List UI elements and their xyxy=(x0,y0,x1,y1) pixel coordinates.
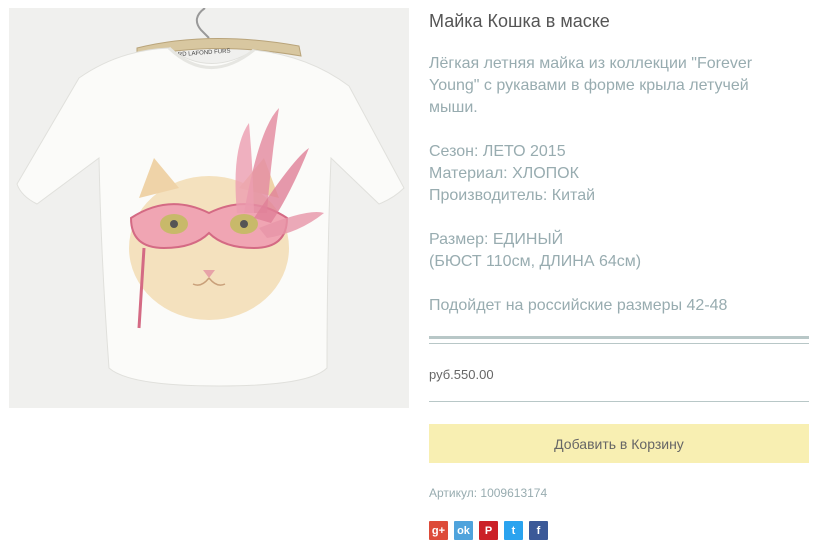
divider xyxy=(429,336,809,339)
add-to-cart-button[interactable]: Добавить в Корзину xyxy=(429,424,809,463)
facebook-icon[interactable]: f xyxy=(529,521,548,540)
size-dimensions-text: (БЮСТ 110см, ДЛИНА 64см) xyxy=(429,253,642,270)
manufacturer-text: Производитель: Китай xyxy=(429,187,596,204)
odnoklassniki-icon[interactable]: ok xyxy=(454,521,473,540)
google-plus-icon[interactable]: g+ xyxy=(429,521,448,540)
social-share-bar: g+ ok P t f xyxy=(429,521,548,540)
season-text: Сезон: ЛЕТО 2015 xyxy=(429,143,566,160)
size-text: Размер: ЕДИНЫЙ xyxy=(429,231,564,248)
pinterest-icon[interactable]: P xyxy=(479,521,498,540)
product-image[interactable]: BERNARD LAFOND FURS xyxy=(9,8,409,408)
product-size: Размер: ЕДИНЫЙ (БЮСТ 110см, ДЛИНА 64см) xyxy=(429,229,641,273)
material-text: Материал: ХЛОПОК xyxy=(429,165,579,182)
twitter-icon[interactable]: t xyxy=(504,521,523,540)
size-fits-text: Подойдет на российские размеры 42-48 xyxy=(429,297,728,314)
tshirt-illustration: BERNARD LAFOND FURS xyxy=(16,8,405,387)
product-description: Лёгкая летняя майка из коллекции "Foreve… xyxy=(429,55,753,116)
product-title: Майка Кошка в маске xyxy=(429,11,610,31)
divider xyxy=(429,401,809,402)
product-price: руб.550.00 xyxy=(429,367,494,382)
product-specs: Сезон: ЛЕТО 2015 Материал: ХЛОПОК Произв… xyxy=(429,141,595,207)
product-sku: Артикул: 1009613174 xyxy=(429,486,548,500)
divider xyxy=(429,343,809,344)
